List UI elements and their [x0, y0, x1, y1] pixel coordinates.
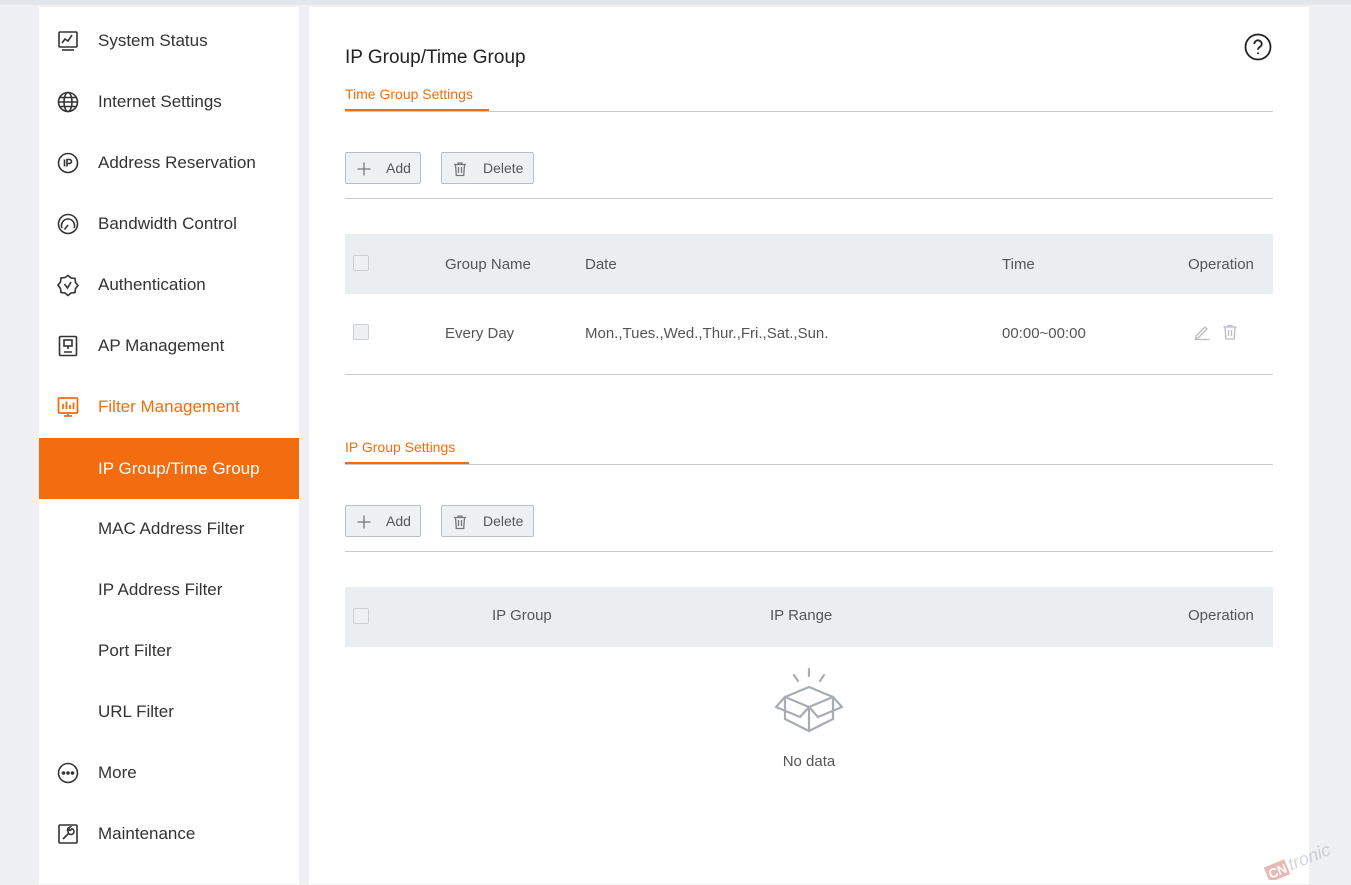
ip-group-delete-button[interactable]: Delete	[441, 505, 534, 537]
sidebar-item-label: Authentication	[98, 274, 206, 294]
sidebar-item-address-reservation[interactable]: Address Reservation	[39, 132, 299, 193]
sidebar-item-label: Filter Management	[98, 396, 240, 416]
help-icon[interactable]	[1244, 33, 1272, 61]
trash-icon	[452, 161, 468, 177]
svg-text:tronic: tronic	[1285, 839, 1333, 874]
row-checkbox[interactable]	[353, 324, 369, 340]
sidebar-item-label: Internet Settings	[98, 91, 222, 111]
more-dots-icon	[56, 761, 80, 785]
ip-badge-icon	[56, 151, 80, 175]
sidebar-item-mac-address-filter[interactable]: MAC Address Filter	[39, 498, 299, 559]
sidebar-item-authentication[interactable]: Authentication	[39, 254, 299, 315]
sidebar-item-label: IP Address Filter	[98, 579, 223, 599]
column-header-group-name: Group Name	[445, 256, 531, 273]
sidebar-nav: System Status Internet Settings Address …	[39, 7, 299, 884]
plus-icon	[356, 161, 372, 177]
wrench-icon	[56, 822, 80, 846]
page-title: IP Group/Time Group	[345, 47, 526, 68]
delete-label: Delete	[483, 513, 524, 529]
sidebar-item-label: Maintenance	[98, 823, 196, 843]
filter-chart-icon	[56, 395, 80, 419]
tab-time-group-settings[interactable]: Time Group Settings	[345, 86, 473, 102]
trash-icon[interactable]	[1221, 323, 1239, 341]
add-label: Add	[386, 160, 411, 176]
top-border	[0, 0, 1351, 5]
sidebar-item-maintenance[interactable]: Maintenance	[39, 803, 299, 864]
column-header-operation: Operation	[1188, 607, 1254, 624]
globe-icon	[56, 90, 80, 114]
edit-icon[interactable]	[1193, 323, 1211, 341]
divider	[345, 111, 1273, 112]
date-cell: Mon.,Tues.,Wed.,Thur.,Fri.,Sat.,Sun.	[585, 325, 829, 342]
sidebar-item-system-status[interactable]: System Status	[39, 10, 299, 71]
group-name-cell: Every Day	[445, 325, 515, 342]
add-label: Add	[386, 513, 411, 529]
sidebar-item-port-filter[interactable]: Port Filter	[39, 620, 299, 681]
divider	[345, 198, 1273, 199]
sidebar-item-label: System Status	[98, 30, 208, 50]
tab-ip-group-settings[interactable]: IP Group Settings	[345, 439, 455, 455]
sidebar-item-internet-settings[interactable]: Internet Settings	[39, 71, 299, 132]
main-content: IP Group/Time Group Time Group Settings …	[309, 7, 1309, 884]
sidebar-item-label: IP Group/Time Group	[98, 458, 260, 478]
plus-icon	[356, 514, 372, 530]
watermark-logo: CN tronic	[1256, 830, 1351, 883]
ip-group-table-header: IP Group IP Range Operation	[345, 587, 1273, 647]
empty-box-icon	[772, 667, 846, 735]
access-point-icon	[56, 334, 80, 358]
divider	[345, 464, 1273, 465]
sidebar-item-filter-management[interactable]: Filter Management	[39, 376, 299, 437]
time-group-delete-button[interactable]: Delete	[441, 152, 534, 184]
sidebar-item-bandwidth-control[interactable]: Bandwidth Control	[39, 193, 299, 254]
sidebar-item-label: Port Filter	[98, 640, 172, 660]
select-all-checkbox[interactable]	[353, 608, 369, 624]
sidebar-item-label: Bandwidth Control	[98, 213, 237, 233]
delete-label: Delete	[483, 160, 524, 176]
sidebar-item-label: AP Management	[98, 335, 225, 355]
time-group-add-button[interactable]: Add	[345, 152, 421, 184]
sidebar-item-more[interactable]: More	[39, 742, 299, 803]
sidebar-item-label: MAC Address Filter	[98, 518, 245, 538]
sidebar-item-label: More	[98, 762, 137, 782]
sidebar-item-ip-group-time-group[interactable]: IP Group/Time Group	[39, 438, 299, 499]
sidebar-item-label: Address Reservation	[98, 152, 256, 172]
status-monitor-icon	[56, 29, 80, 53]
ip-group-add-button[interactable]: Add	[345, 505, 421, 537]
empty-state-text: No data	[782, 753, 836, 770]
time-cell: 00:00~00:00	[1002, 325, 1086, 342]
divider	[345, 551, 1273, 552]
shield-check-icon	[56, 273, 80, 297]
column-header-time: Time	[1002, 256, 1035, 273]
time-group-table-header: Group Name Date Time Operation	[345, 234, 1273, 294]
column-header-ip-group: IP Group	[492, 607, 552, 624]
sidebar-item-label: URL Filter	[98, 701, 174, 721]
speedometer-icon	[56, 212, 80, 236]
column-header-operation: Operation	[1188, 256, 1254, 273]
column-header-ip-range: IP Range	[770, 607, 833, 624]
trash-icon	[452, 514, 468, 530]
sidebar-item-url-filter[interactable]: URL Filter	[39, 681, 299, 742]
sidebar-item-ap-management[interactable]: AP Management	[39, 315, 299, 376]
sidebar-item-ip-address-filter[interactable]: IP Address Filter	[39, 559, 299, 620]
select-all-checkbox[interactable]	[353, 255, 369, 271]
column-header-date: Date	[585, 256, 617, 273]
divider	[345, 374, 1273, 375]
